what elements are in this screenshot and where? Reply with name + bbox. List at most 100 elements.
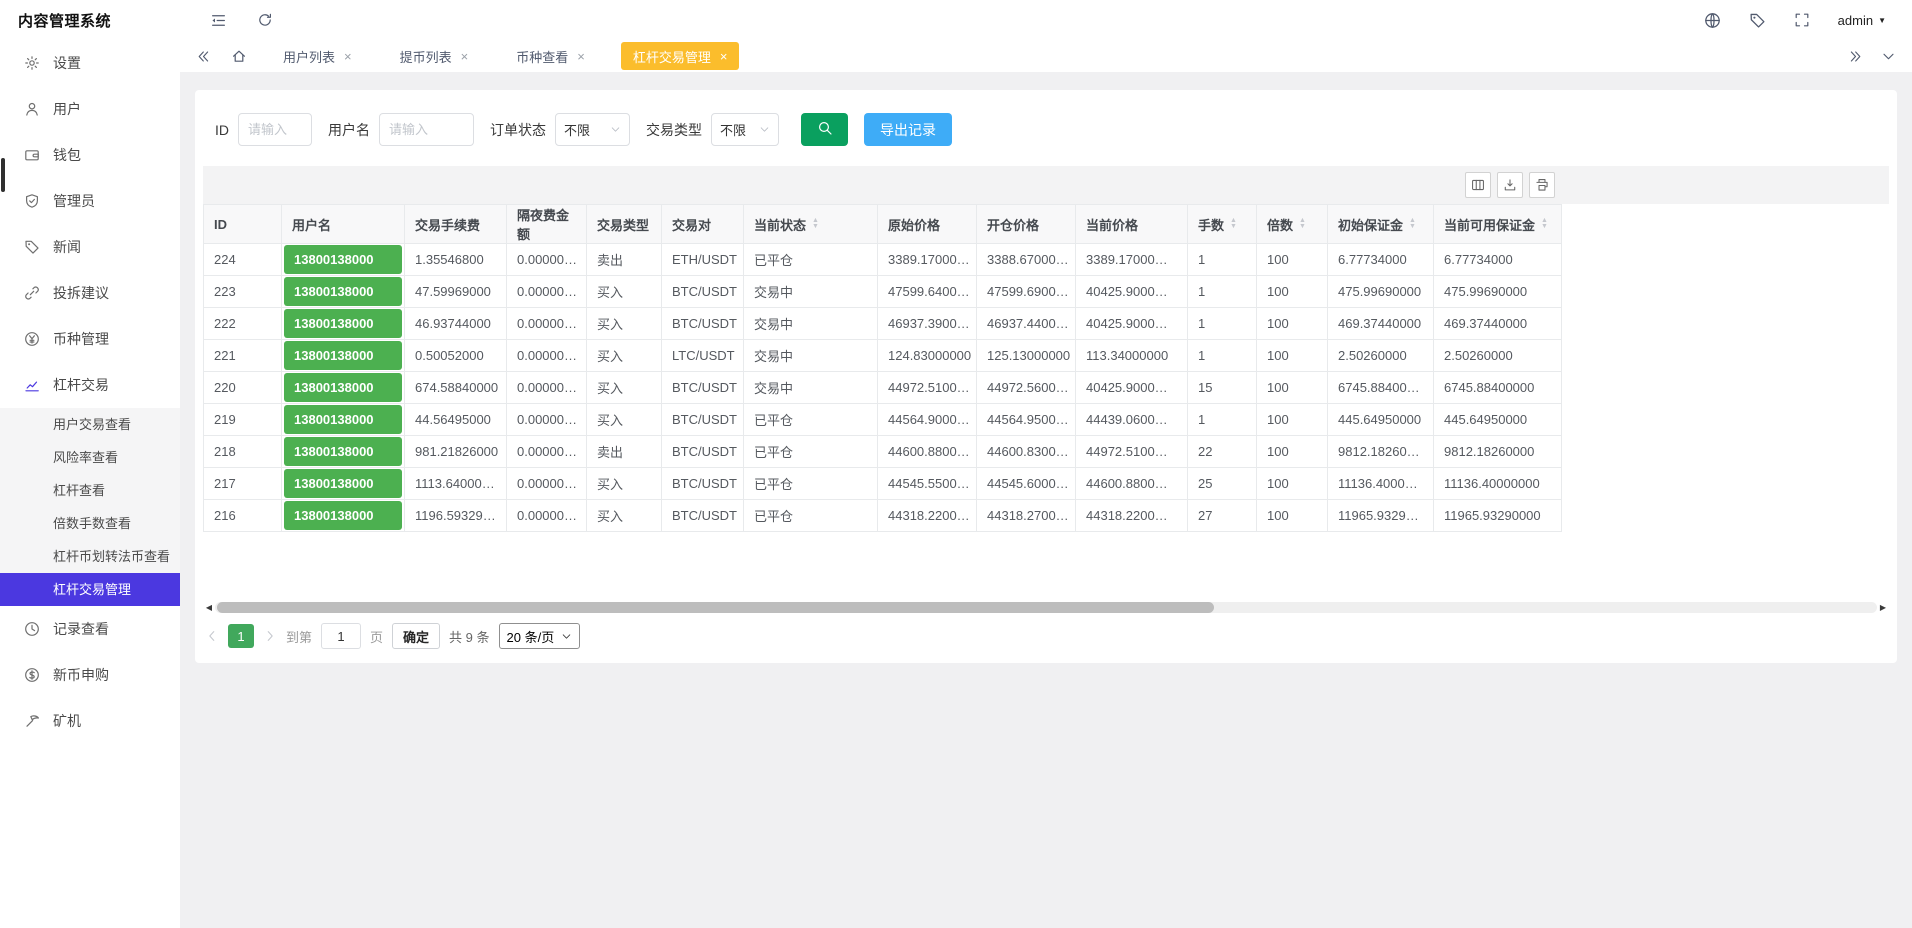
print-icon	[1535, 178, 1549, 192]
collapse-sidebar-icon[interactable]	[210, 12, 227, 29]
export-records-button[interactable]: 导出记录	[864, 113, 952, 146]
sidebar-item-wallet[interactable]: 钱包	[0, 132, 180, 178]
page-size-select[interactable]: 20 条/页	[499, 623, 581, 649]
refresh-icon[interactable]	[257, 12, 273, 28]
current-page[interactable]: 1	[228, 624, 254, 648]
goto-page-input[interactable]	[321, 623, 361, 649]
scroll-right-icon[interactable]: ▶	[1877, 603, 1889, 612]
column-header-label: 当前可用保证金	[1444, 215, 1535, 234]
username-badge[interactable]: 13800138000	[284, 277, 402, 306]
sidebar-item-news[interactable]: 新闻	[0, 224, 180, 270]
cell: 1196.59329…	[405, 500, 507, 532]
order-status-value: 不限	[564, 120, 590, 139]
search-button[interactable]	[801, 113, 848, 146]
table-row: 217138001380001113.64000…0.00000…买入BTC/U…	[204, 468, 1562, 500]
cell: 445.64950000	[1434, 404, 1562, 436]
sidebar-item-leverage-trade[interactable]: 杠杆交易	[0, 362, 180, 408]
scroll-tabs-left-icon[interactable]	[196, 49, 211, 64]
cell: 223	[204, 276, 282, 308]
app-window: 内容管理系统 admin ▼ 设置用户钱包管理员新闻投拆建议币种管理杠杆交易用户…	[0, 0, 1912, 928]
tab-user-list[interactable]: 用户列表×	[271, 42, 364, 70]
username-badge[interactable]: 13800138000	[284, 437, 402, 466]
sidebar-item-admins[interactable]: 管理员	[0, 178, 180, 224]
main-content: ID 用户名 订单状态 不限 交易类型 不限	[180, 72, 1912, 928]
username-badge[interactable]: 13800138000	[284, 245, 402, 274]
username-badge[interactable]: 13800138000	[284, 373, 402, 402]
column-header[interactable]: 当前状态▲▼	[744, 205, 878, 244]
sidebar-item-record-view[interactable]: 记录查看	[0, 606, 180, 652]
username-badge[interactable]: 13800138000	[284, 341, 402, 370]
globe-icon[interactable]	[1704, 12, 1721, 29]
sidebar-subitem-leverage-coin-transfer-view[interactable]: 杠杆币划转法币查看	[0, 540, 180, 573]
sort-icon[interactable]: ▲▼	[1230, 218, 1237, 230]
column-header-label: 倍数	[1267, 215, 1293, 234]
filter-columns-button[interactable]	[1465, 172, 1491, 198]
tab-close-icon[interactable]: ×	[461, 50, 469, 63]
order-status-select[interactable]: 不限	[555, 113, 630, 146]
id-filter-input[interactable]	[238, 113, 312, 146]
column-header[interactable]: 当前可用保证金 ▲▼	[1434, 205, 1562, 244]
sidebar: 设置用户钱包管理员新闻投拆建议币种管理杠杆交易用户交易查看风险率查看杠杆查看倍数…	[0, 40, 180, 928]
export-file-button[interactable]	[1497, 172, 1523, 198]
scrollbar-thumb[interactable]	[217, 602, 1214, 613]
username-filter-label: 用户名	[328, 120, 370, 140]
cell: 40425.9000…	[1076, 372, 1188, 404]
sidebar-item-new-coin-subscribe[interactable]: 新币申购	[0, 652, 180, 698]
sidebar-item-miner[interactable]: 矿机	[0, 698, 180, 744]
sidebar-item-coin-manage[interactable]: 币种管理	[0, 316, 180, 362]
scrollbar-track[interactable]	[215, 602, 1877, 613]
sidebar-item-settings[interactable]: 设置	[0, 40, 180, 86]
tab-close-icon[interactable]: ×	[344, 50, 352, 63]
cell: 买入	[587, 340, 662, 372]
sidebar-item-label: 投拆建议	[53, 283, 109, 303]
column-header[interactable]: 手数▲▼	[1188, 205, 1257, 244]
username-badge[interactable]: 13800138000	[284, 501, 402, 530]
print-button[interactable]	[1529, 172, 1555, 198]
tab-close-icon[interactable]: ×	[577, 50, 585, 63]
sidebar-subitem-leverage-trade-manage[interactable]: 杠杆交易管理	[0, 573, 180, 606]
scroll-tabs-right-icon[interactable]	[1848, 49, 1863, 64]
tab-withdraw-list[interactable]: 提币列表×	[388, 42, 481, 70]
sort-icon[interactable]: ▲▼	[812, 218, 819, 230]
tab-close-icon[interactable]: ×	[720, 50, 728, 63]
tab-coin-view[interactable]: 币种查看×	[504, 42, 597, 70]
sidebar-scrollbar-thumb[interactable]	[1, 158, 5, 192]
cell: 44564.9500…	[977, 404, 1076, 436]
sort-icon[interactable]: ▲▼	[1409, 218, 1416, 230]
sidebar-subitem-multiple-lots-view[interactable]: 倍数手数查看	[0, 507, 180, 540]
home-icon[interactable]	[231, 48, 247, 64]
sidebar-item-feedback[interactable]: 投拆建议	[0, 270, 180, 316]
cell: 交易中	[744, 372, 878, 404]
prev-page-icon[interactable]	[205, 629, 219, 643]
username-badge[interactable]: 13800138000	[284, 405, 402, 434]
tabs-menu-icon[interactable]	[1881, 49, 1896, 64]
sort-icon[interactable]: ▲▼	[1541, 218, 1548, 230]
trade-type-select[interactable]: 不限	[711, 113, 779, 146]
sidebar-item-label: 管理员	[53, 191, 95, 211]
cell: 6.77734000	[1328, 244, 1434, 276]
admin-menu[interactable]: admin ▼	[1838, 13, 1886, 28]
cell: 100	[1257, 436, 1328, 468]
next-page-icon[interactable]	[263, 629, 277, 643]
horizontal-scrollbar[interactable]: ◀ ▶	[203, 601, 1889, 613]
sidebar-subitem-leverage-view[interactable]: 杠杆查看	[0, 474, 180, 507]
tab-leverage-trade-manage[interactable]: 杠杆交易管理×	[621, 42, 740, 70]
column-header[interactable]: 初始保证金▲▼	[1328, 205, 1434, 244]
cell: 100	[1257, 276, 1328, 308]
sidebar-item-users[interactable]: 用户	[0, 86, 180, 132]
tag-icon[interactable]	[1749, 12, 1766, 29]
column-header[interactable]: 倍数 ▲▼	[1257, 205, 1328, 244]
cell: BTC/USDT	[662, 404, 744, 436]
confirm-page-button[interactable]: 确定	[392, 623, 440, 649]
column-header: ID	[204, 205, 282, 244]
sort-icon[interactable]: ▲▼	[1299, 218, 1306, 230]
username-badge[interactable]: 13800138000	[284, 309, 402, 338]
sidebar-subitem-risk-rate-view[interactable]: 风险率查看	[0, 441, 180, 474]
sidebar-subitem-user-trade-view[interactable]: 用户交易查看	[0, 408, 180, 441]
dollar-icon	[24, 667, 40, 683]
username-badge[interactable]: 13800138000	[284, 469, 402, 498]
username-filter-input[interactable]	[379, 113, 474, 146]
username-cell: 13800138000	[282, 404, 405, 436]
scroll-left-icon[interactable]: ◀	[203, 603, 215, 612]
fullscreen-icon[interactable]	[1794, 12, 1810, 28]
